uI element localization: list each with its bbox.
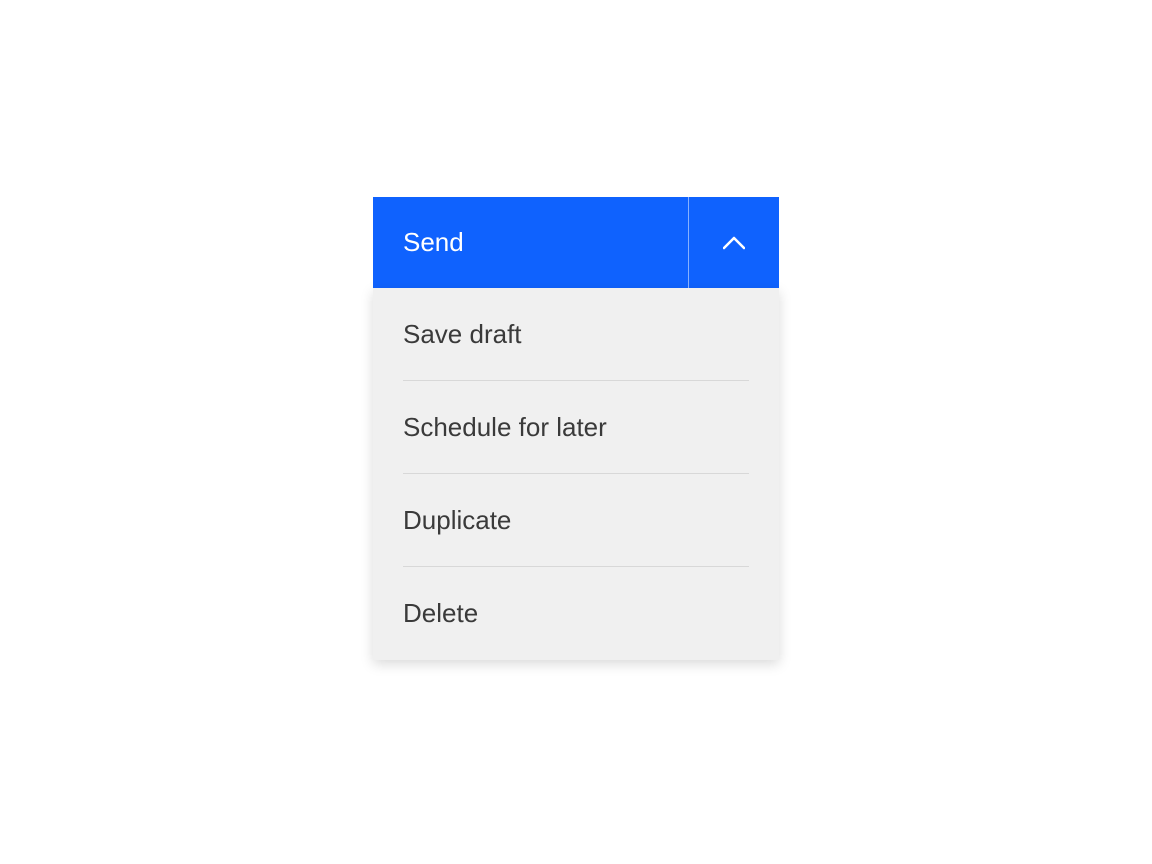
dropdown-menu: Save draft Schedule for later Duplicate … — [373, 288, 779, 660]
split-button: Send — [373, 197, 779, 288]
menu-item-label: Duplicate — [403, 505, 511, 536]
send-button-label: Send — [403, 227, 464, 258]
menu-item-save-draft[interactable]: Save draft — [403, 288, 749, 381]
chevron-up-icon — [723, 236, 745, 250]
menu-item-schedule-for-later[interactable]: Schedule for later — [403, 381, 749, 474]
dropdown-toggle-button[interactable] — [688, 197, 779, 288]
menu-item-duplicate[interactable]: Duplicate — [403, 474, 749, 567]
send-button[interactable]: Send — [373, 197, 688, 288]
menu-item-label: Delete — [403, 598, 478, 629]
menu-item-delete[interactable]: Delete — [403, 567, 749, 660]
menu-item-label: Save draft — [403, 319, 522, 350]
split-button-container: Send Save draft Schedule for later Dupli… — [373, 197, 779, 660]
menu-item-label: Schedule for later — [403, 412, 607, 443]
